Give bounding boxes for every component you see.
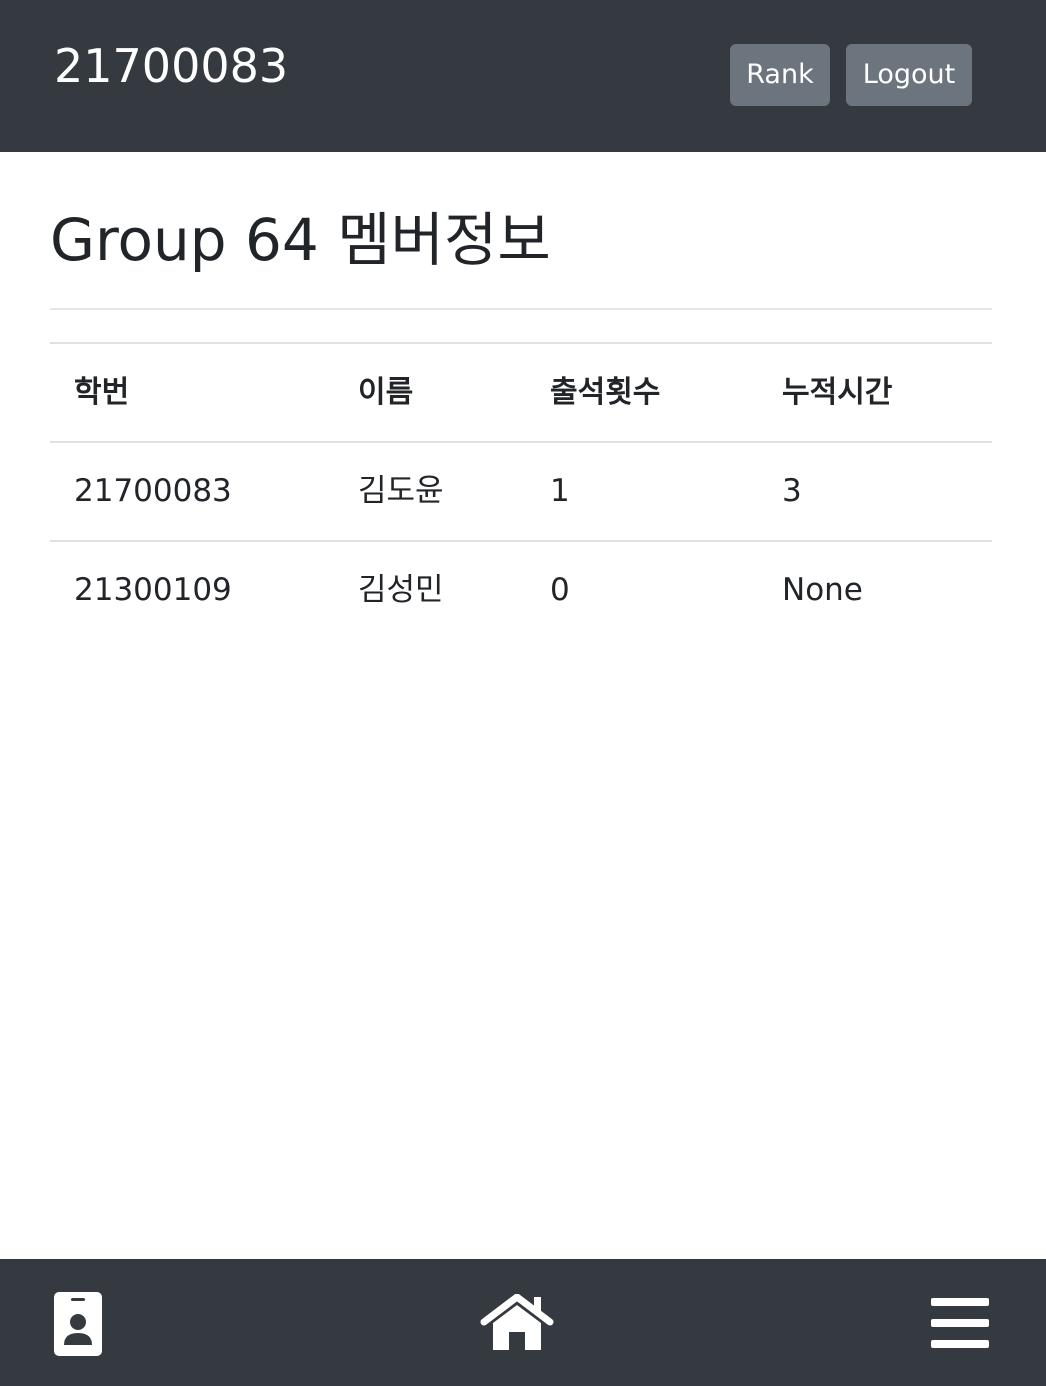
cell-name: 김성민 bbox=[358, 572, 444, 608]
menu-icon[interactable] bbox=[931, 1298, 989, 1348]
cell-total-time: None bbox=[782, 572, 863, 608]
cell-student-id: 21300109 bbox=[74, 572, 232, 608]
cell-attendance-count: 1 bbox=[550, 473, 570, 509]
title-divider bbox=[50, 308, 992, 310]
column-header-name: 이름 bbox=[358, 375, 414, 410]
navbar-user-id[interactable]: 21700083 bbox=[54, 36, 288, 96]
logout-button[interactable]: Logout bbox=[846, 44, 972, 106]
rank-button[interactable]: Rank bbox=[730, 44, 830, 106]
table-row: 21700083 김도윤 1 3 bbox=[50, 441, 992, 540]
id-badge-icon[interactable] bbox=[54, 1292, 102, 1356]
column-header-total-time: 누적시간 bbox=[782, 375, 893, 410]
members-table: 학번 이름 출석횟수 누적시간 21700083 김도윤 1 3 2130010… bbox=[50, 342, 992, 639]
column-header-attendance-count: 출석횟수 bbox=[550, 375, 661, 410]
table-header-row: 학번 이름 출석횟수 누적시간 bbox=[50, 342, 992, 441]
top-navbar: 21700083 Rank Logout bbox=[0, 0, 1046, 152]
home-icon[interactable] bbox=[480, 1293, 554, 1352]
column-header-student-id: 학번 bbox=[74, 375, 130, 410]
table-row: 21300109 김성민 0 None bbox=[50, 540, 992, 639]
cell-name: 김도윤 bbox=[358, 473, 444, 509]
cell-attendance-count: 0 bbox=[550, 572, 570, 608]
cell-student-id: 21700083 bbox=[74, 473, 232, 509]
cell-total-time: 3 bbox=[782, 473, 802, 509]
bottom-navbar bbox=[0, 1259, 1046, 1386]
page-title: Group 64 멤버정보 bbox=[50, 206, 551, 274]
